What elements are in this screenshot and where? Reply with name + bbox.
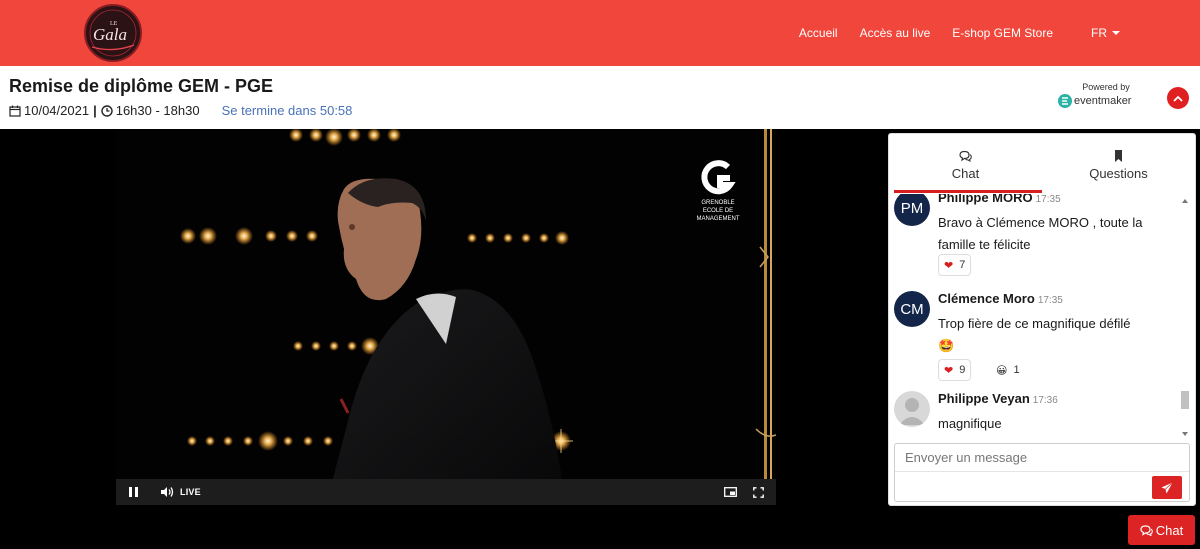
avatar: PM <box>894 194 930 226</box>
tab-chat-label: Chat <box>951 166 980 181</box>
chevron-up-icon <box>1173 95 1183 102</box>
live-label: LIVE <box>180 487 201 497</box>
event-date: 10/04/2021 <box>24 103 90 118</box>
chat-message-list[interactable]: PM Philippe MORO 17:35 Bravo à Clémence M… <box>889 194 1195 439</box>
paper-plane-icon <box>1161 481 1173 493</box>
event-countdown: Se termine dans 50:58 <box>221 103 353 118</box>
heart-icon: ❤ <box>944 259 954 272</box>
video-area: GRENOBLE ECOLE DE MANAGEMENT LIVE <box>0 129 888 549</box>
gala-logo[interactable]: LE Gala <box>80 3 146 63</box>
logo-line-2: ECOLE DE <box>703 208 733 214</box>
tab-chat[interactable]: Chat <box>889 134 1042 193</box>
reaction-heart[interactable]: ❤ 7 <box>938 254 972 276</box>
avatar <box>894 391 930 427</box>
send-button[interactable] <box>1152 476 1182 499</box>
logo-main-text: Gala <box>93 25 127 44</box>
message-emoji: 🤩 <box>938 338 955 353</box>
powered-by-badge[interactable]: Powered by eventmaker <box>1058 82 1148 108</box>
reaction-count: 9 <box>959 364 966 376</box>
reaction-smile[interactable]: 😀 1 <box>990 359 1026 381</box>
message-text: Bravo à Clémence MORO , toute la famille… <box>938 215 1143 252</box>
bookmark-icon <box>1115 150 1122 162</box>
user-placeholder-icon <box>899 398 925 425</box>
message-author-row: Clémence Moro 17:35 <box>938 291 1063 306</box>
message-time: 17:36 <box>1032 395 1058 406</box>
event-meta: 10/04/2021 | 16h30 - 18h30 Se termine da… <box>9 103 352 118</box>
message-author-row: Philippe MORO 17:35 <box>938 194 1061 205</box>
chat-tabs: Chat Questions <box>889 134 1195 193</box>
message-text: Trop fière de ce magnifique défilé <box>938 316 1131 331</box>
nav-live-link[interactable]: Accès au live <box>860 26 931 40</box>
message-author: Clémence Moro <box>938 291 1035 306</box>
message-author-row: Philippe Veyan 17:36 <box>938 391 1058 406</box>
language-dropdown[interactable]: FR <box>1091 26 1120 40</box>
tab-questions-label: Questions <box>1089 166 1148 181</box>
eventmaker-icon <box>1058 94 1072 108</box>
top-navbar: LE Gala Accueil Accès au live E-shop GEM… <box>0 0 1200 66</box>
nav-links: Accueil Accès au live E-shop GEM Store F… <box>777 0 1120 66</box>
message-time: 17:35 <box>1037 295 1063 306</box>
message-input[interactable] <box>895 444 1189 472</box>
scroll-down-arrow-icon[interactable] <box>1182 432 1188 436</box>
language-label: FR <box>1091 26 1107 40</box>
scroll-up-arrow-icon[interactable] <box>1182 199 1188 203</box>
calendar-icon <box>9 105 21 117</box>
scroll-thumb[interactable] <box>1181 391 1189 409</box>
powered-by-label: Powered by <box>1082 82 1130 92</box>
nav-accueil-link[interactable]: Accueil <box>799 26 838 40</box>
chat-toggle-label: Chat <box>1155 522 1184 538</box>
clock-icon <box>101 104 113 117</box>
caret-down-icon <box>1112 31 1120 35</box>
smile-icon: 😀 <box>996 364 1008 377</box>
event-header: Remise de diplôme GEM - PGE 10/04/2021 |… <box>0 66 1200 129</box>
volume-icon[interactable] <box>160 486 174 498</box>
video-controls: LIVE <box>116 479 776 505</box>
avatar: CM <box>894 291 930 327</box>
meta-separator: | <box>93 103 97 118</box>
message-text: magnifique <box>938 416 1002 431</box>
nav-eshop-link[interactable]: E-shop GEM Store <box>952 26 1053 40</box>
video-player[interactable]: GRENOBLE ECOLE DE MANAGEMENT <box>116 129 776 505</box>
reaction-count: 7 <box>959 259 966 271</box>
reaction-heart[interactable]: ❤ 9 <box>938 359 972 381</box>
chat-composer <box>894 443 1190 502</box>
tab-questions[interactable]: Questions <box>1042 134 1195 192</box>
event-time: 16h30 - 18h30 <box>115 103 200 118</box>
event-title: Remise de diplôme GEM - PGE <box>9 76 274 96</box>
logo-line-3: MANAGEMENT <box>696 216 739 222</box>
comments-icon <box>1140 524 1153 536</box>
chat-toggle-button[interactable]: Chat <box>1128 515 1195 545</box>
eventmaker-brand: eventmaker <box>1058 94 1148 108</box>
stage-scene: GRENOBLE ECOLE DE MANAGEMENT <box>116 129 776 505</box>
message-author: Philippe MORO <box>938 194 1033 205</box>
pause-icon[interactable] <box>129 487 138 497</box>
scroll-top-button[interactable] <box>1167 87 1189 109</box>
logo-line-1: GRENOBLE <box>701 200 734 206</box>
reaction-count: 1 <box>1013 364 1020 376</box>
eventmaker-label: eventmaker <box>1074 95 1132 107</box>
message-author: Philippe Veyan <box>938 391 1030 406</box>
chat-panel: Chat Questions PM Philippe MORO 17:35 Bra… <box>888 133 1196 506</box>
chat-scrollbar[interactable] <box>1181 199 1189 436</box>
picture-in-picture-icon[interactable] <box>724 487 737 497</box>
comments-icon <box>959 150 972 162</box>
heart-icon: ❤ <box>944 364 954 377</box>
fullscreen-icon[interactable] <box>753 486 764 498</box>
message-time: 17:35 <box>1035 194 1061 205</box>
